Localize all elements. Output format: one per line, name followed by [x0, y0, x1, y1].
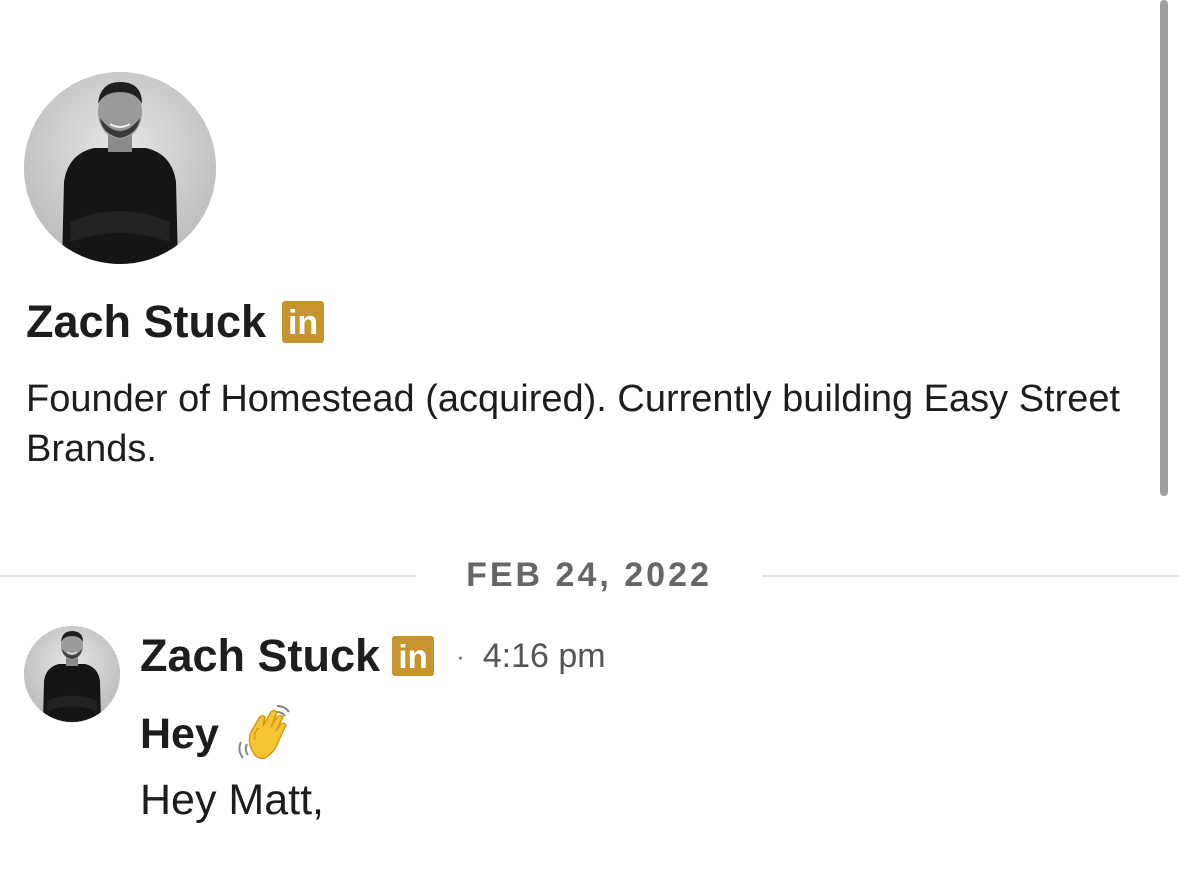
- message-subject-row: Hey: [140, 702, 297, 766]
- date-divider: FEB 24, 2022: [466, 556, 712, 594]
- message-sender-avatar[interactable]: [24, 626, 120, 722]
- profile-name[interactable]: Zach Stuck: [26, 296, 266, 348]
- message-sender-name[interactable]: Zach Stuck: [140, 630, 380, 682]
- message-header: Zach Stuck in · 4:16 pm: [140, 630, 606, 682]
- message-thread-page: Zach Stuck in Founder of Homestead (acqu…: [0, 0, 1179, 889]
- waving-hand-icon: [238, 705, 290, 760]
- profile-headline: Founder of Homestead (acquired). Current…: [26, 378, 1121, 470]
- profile-avatar[interactable]: [24, 72, 216, 264]
- divider-line-left: [0, 575, 416, 577]
- message-subject: Hey: [140, 710, 219, 758]
- message-body: Hey Matt,: [140, 776, 324, 824]
- linkedin-badge-icon: in: [392, 636, 435, 676]
- profile-name-row: Zach Stuck in: [26, 296, 325, 348]
- linkedin-badge-icon: in: [282, 301, 325, 343]
- scrollbar[interactable]: [1160, 0, 1168, 496]
- avatar-photo: [24, 72, 216, 264]
- separator-dot: ·: [456, 641, 465, 671]
- message-timestamp: 4:16 pm: [482, 637, 606, 675]
- avatar-photo: [24, 626, 120, 722]
- divider-line-right: [762, 575, 1179, 577]
